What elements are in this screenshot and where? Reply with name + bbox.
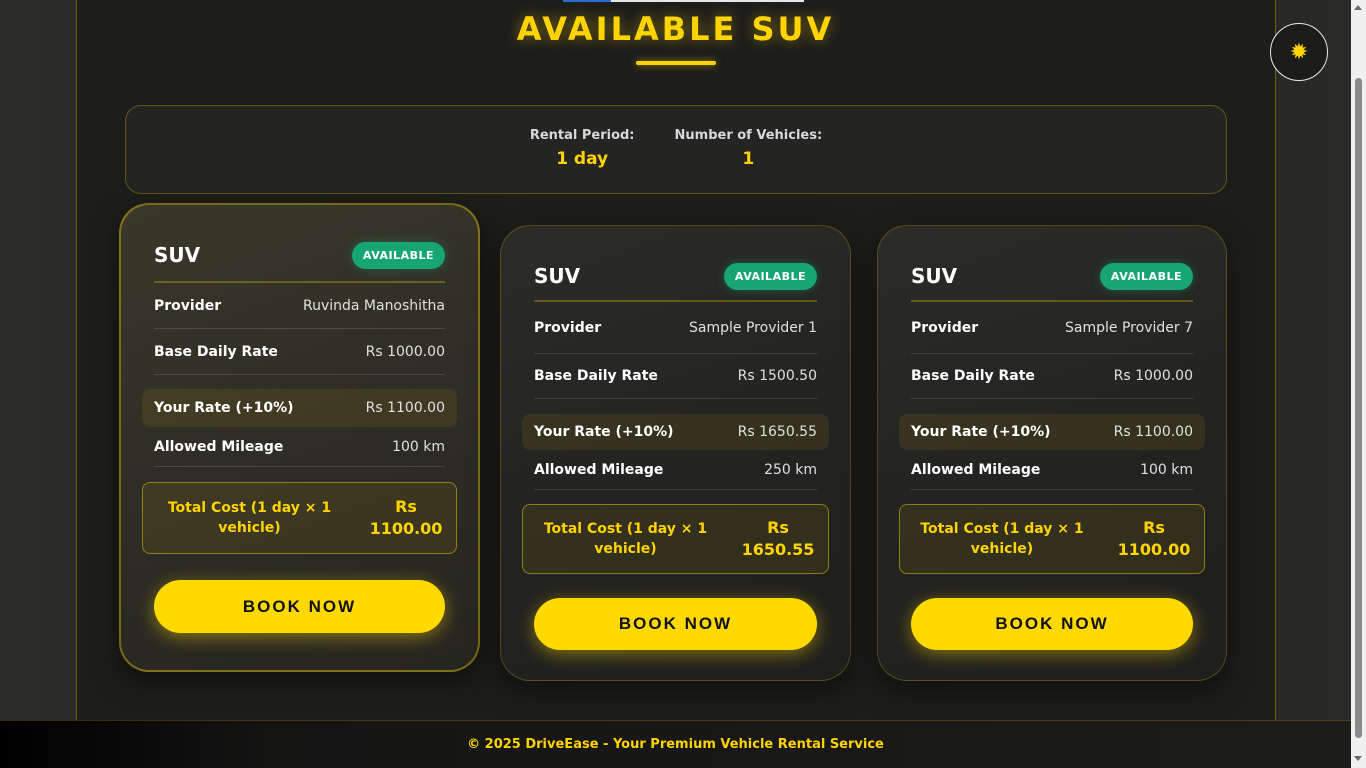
provider-row: Provider Sample Provider 7 (911, 302, 1193, 354)
book-now-button[interactable]: BOOK NOW (911, 598, 1193, 650)
your-rate-label: Your Rate (+10%) (911, 424, 1051, 440)
your-rate-value: Rs 1650.55 (737, 424, 817, 440)
vehicle-count-label: Number of Vehicles: (674, 128, 823, 143)
provider-label: Provider (911, 319, 979, 336)
vehicle-count-value: 1 (742, 149, 755, 169)
status-badge: AVAILABLE (723, 262, 817, 290)
provider-value: Sample Provider 7 (1065, 319, 1193, 336)
total-cost-value: Rs 1100.00 (356, 496, 456, 541)
sun-icon: ✹ (1289, 39, 1309, 65)
total-cost-value: Rs 1100.00 (1104, 517, 1204, 562)
vehicle-card: SUV AVAILABLE Provider Ruvinda Manoshith… (119, 203, 480, 672)
provider-label: Provider (154, 297, 222, 314)
total-amount: 1650.55 (741, 540, 815, 559)
vehicle-count: Number of Vehicles: 1 (675, 128, 823, 193)
vehicle-type: SUV (911, 264, 958, 288)
vehicle-card: SUV AVAILABLE Provider Sample Provider 1… (500, 225, 851, 681)
your-rate-row: Your Rate (+10%) Rs 1650.55 (522, 414, 829, 450)
your-rate-row: Your Rate (+10%) Rs 1100.00 (899, 414, 1205, 450)
status-badge: AVAILABLE (351, 241, 445, 269)
book-now-button[interactable]: BOOK NOW (534, 598, 817, 650)
base-rate-row: Base Daily Rate Rs 1500.50 (534, 354, 817, 399)
card-header: SUV AVAILABLE (534, 262, 817, 302)
vertical-scrollbar[interactable] (1351, 0, 1366, 768)
total-currency: Rs (395, 496, 417, 516)
mileage-label: Allowed Mileage (911, 461, 1041, 478)
scroll-up-arrow-icon[interactable] (1354, 5, 1362, 10)
your-rate-value: Rs 1100.00 (1113, 424, 1193, 440)
base-rate-label: Base Daily Rate (154, 343, 278, 360)
mileage-row: Allowed Mileage 100 km (154, 427, 445, 467)
card-header: SUV AVAILABLE (154, 239, 445, 283)
total-currency: Rs (1143, 517, 1165, 537)
mileage-value: 100 km (392, 438, 445, 455)
your-rate-value: Rs 1100.00 (365, 400, 445, 416)
vehicle-card: SUV AVAILABLE Provider Sample Provider 7… (877, 225, 1227, 681)
mileage-label: Allowed Mileage (534, 461, 664, 478)
provider-row: Provider Ruvinda Manoshitha (154, 283, 445, 329)
status-badge: AVAILABLE (1099, 262, 1193, 290)
base-rate-value: Rs 1500.50 (737, 368, 817, 384)
rental-summary: Rental Period: 1 day Number of Vehicles:… (125, 105, 1227, 194)
card-header: SUV AVAILABLE (911, 262, 1193, 302)
base-rate-value: Rs 1000.00 (1113, 368, 1193, 384)
mileage-value: 100 km (1140, 461, 1193, 478)
provider-row: Provider Sample Provider 1 (534, 302, 817, 354)
rental-period: Rental Period: 1 day (530, 128, 635, 193)
your-rate-label: Your Rate (+10%) (154, 400, 294, 416)
provider-label: Provider (534, 319, 602, 336)
total-cost-box: Total Cost (1 day × 1 vehicle) Rs 1650.5… (522, 504, 829, 574)
rental-period-label: Rental Period: (529, 128, 635, 143)
base-rate-label: Base Daily Rate (911, 368, 1035, 384)
base-rate-row: Base Daily Rate Rs 1000.00 (911, 354, 1193, 399)
total-cost-label: Total Cost (1 day × 1 vehicle) (543, 520, 708, 557)
your-rate-row: Your Rate (+10%) Rs 1100.00 (142, 389, 457, 427)
total-cost-value: Rs 1650.55 (728, 517, 828, 562)
provider-value: Ruvinda Manoshitha (302, 297, 445, 314)
total-amount: 1100.00 (1117, 540, 1191, 559)
provider-value: Sample Provider 1 (689, 319, 817, 336)
rental-period-value: 1 day (556, 149, 609, 169)
vehicle-type: SUV (534, 264, 581, 288)
total-amount: 1100.00 (369, 519, 443, 538)
footer-text: © 2025 DriveEase - Your Premium Vehicle … (467, 737, 884, 752)
vehicle-type: SUV (154, 243, 201, 267)
mileage-row: Allowed Mileage 250 km (534, 450, 817, 490)
total-currency: Rs (767, 517, 789, 537)
base-rate-label: Base Daily Rate (534, 368, 658, 384)
footer: © 2025 DriveEase - Your Premium Vehicle … (0, 720, 1351, 768)
book-now-button[interactable]: BOOK NOW (154, 580, 445, 633)
title-underline (636, 61, 716, 65)
base-rate-row: Base Daily Rate Rs 1000.00 (154, 329, 445, 375)
total-cost-label: Total Cost (1 day × 1 vehicle) (920, 520, 1084, 557)
total-cost-box: Total Cost (1 day × 1 vehicle) Rs 1100.0… (142, 482, 457, 554)
page-title: AVAILABLE SUV (516, 10, 835, 48)
mileage-value: 250 km (764, 461, 817, 478)
scrollbar-thumb[interactable] (1355, 78, 1362, 738)
mileage-label: Allowed Mileage (154, 438, 284, 455)
base-rate-value: Rs 1000.00 (365, 343, 445, 360)
top-progress-strip (563, 0, 804, 2)
mileage-row: Allowed Mileage 100 km (911, 450, 1193, 490)
total-cost-label: Total Cost (1 day × 1 vehicle) (167, 499, 332, 536)
scroll-down-arrow-icon[interactable] (1354, 756, 1362, 761)
your-rate-label: Your Rate (+10%) (534, 424, 674, 440)
theme-toggle-button[interactable]: ✹ (1270, 23, 1328, 81)
total-cost-box: Total Cost (1 day × 1 vehicle) Rs 1100.0… (899, 504, 1205, 574)
